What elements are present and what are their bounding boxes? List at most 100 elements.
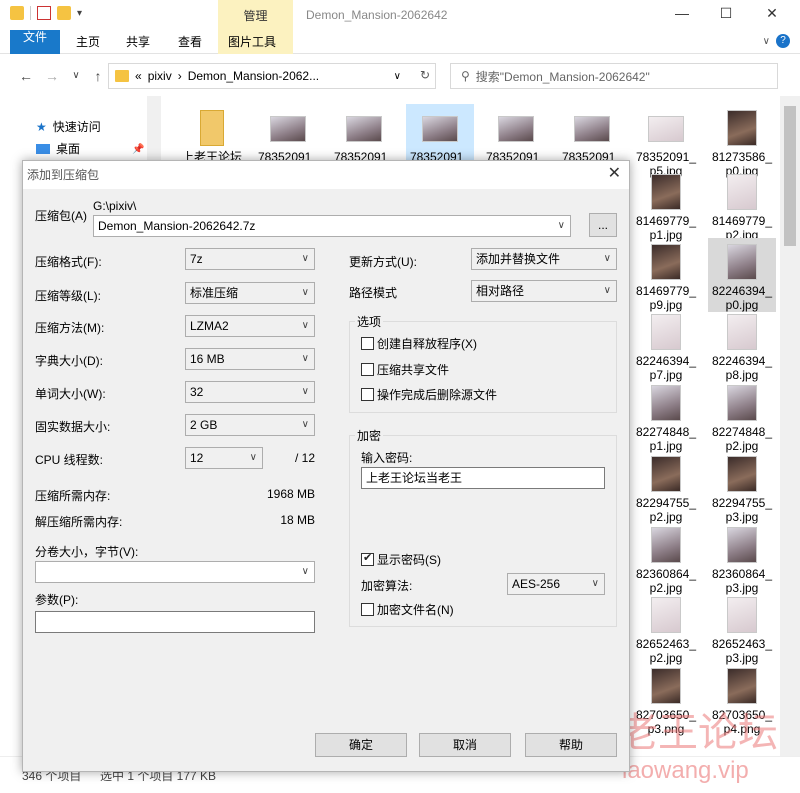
params-input[interactable] — [35, 611, 315, 633]
file-item[interactable]: 81469779_ p1.jpg — [632, 168, 700, 242]
search-icon: ⚲ — [461, 69, 470, 83]
tab-view[interactable]: 查看 — [168, 30, 212, 54]
image-thumbnail — [648, 116, 684, 142]
tab-file[interactable]: 文件 — [10, 30, 60, 54]
browse-button[interactable]: ... — [589, 213, 617, 237]
breadcrumb-current[interactable]: Demon_Mansion-2062... — [188, 69, 319, 83]
qat-dropdown-icon[interactable]: ▾ — [77, 8, 82, 19]
file-item[interactable]: 82360864_ p3.jpg — [708, 521, 776, 595]
maximize-icon[interactable]: ☐ — [718, 5, 734, 21]
pathmode-select[interactable]: 相对路径 ∨ — [471, 280, 617, 302]
file-item[interactable]: 82274848_ p2.jpg — [708, 379, 776, 453]
folder-icon — [10, 6, 24, 20]
update-select[interactable]: 添加并替换文件 ∨ — [471, 248, 617, 270]
pin-icon[interactable]: 📌 — [132, 144, 144, 155]
pathmode-label: 路径模式 — [349, 286, 398, 300]
checkbox-box[interactable] — [361, 388, 374, 401]
image-thumbnail — [727, 668, 757, 704]
vertical-scrollbar[interactable] — [780, 96, 800, 756]
file-item[interactable]: 78352091_ p5.jpg — [632, 104, 700, 178]
file-name: 82652463_ p2.jpg — [635, 637, 697, 665]
checkbox-box[interactable] — [361, 363, 374, 376]
archive-label: 压缩包(A) — [35, 209, 87, 223]
file-item[interactable]: 82294755_ p2.jpg — [632, 450, 700, 524]
recent-locations-icon[interactable]: ∨ — [68, 67, 84, 85]
chevron-down-icon: ∨ — [301, 353, 309, 364]
file-item[interactable]: 82652463_ p3.jpg — [708, 591, 776, 665]
breadcrumb-pixiv[interactable]: pixiv — [148, 69, 172, 83]
file-name: 82246394_ p7.jpg — [635, 354, 697, 382]
chevron-down-icon: ∨ — [603, 253, 611, 264]
volume-combo[interactable]: ∨ — [35, 561, 315, 583]
format-select[interactable]: 7z ∨ — [185, 248, 315, 270]
file-item[interactable]: 82652463_ p2.jpg — [632, 591, 700, 665]
nav-desktop[interactable]: 桌面 — [36, 140, 80, 157]
minimize-icon[interactable]: — — [674, 5, 690, 21]
file-item[interactable]: 82246394_ p0.jpg — [708, 238, 776, 312]
image-thumbnail — [727, 527, 757, 563]
expand-ribbon-icon[interactable]: ∨ — [763, 36, 770, 47]
show-password-checkbox[interactable]: 显示密码(S) — [361, 551, 441, 568]
properties-icon[interactable] — [37, 6, 51, 20]
dict-select[interactable]: 16 MB ∨ — [185, 348, 315, 370]
chevron-down-icon: ∨ — [301, 419, 309, 430]
address-dropdown-icon[interactable]: ∨ — [394, 71, 401, 82]
image-thumbnail — [727, 314, 757, 350]
method-label: 压缩方法(M): — [35, 321, 105, 335]
image-thumbnail — [651, 597, 681, 633]
file-item[interactable]: 81469779_ p2.jpg — [708, 168, 776, 242]
checkbox-box[interactable] — [361, 551, 374, 566]
word-value: 32 — [190, 385, 204, 399]
archive-name-combo[interactable]: Demon_Mansion-2062642.7z ∨ — [93, 215, 571, 237]
address-input[interactable]: « pixiv › Demon_Mansion-2062... ∨ — [108, 63, 436, 89]
close-icon[interactable]: ✕ — [764, 5, 780, 21]
image-thumbnail — [651, 385, 681, 421]
delete-source-checkbox[interactable]: 操作完成后删除源文件 — [361, 386, 497, 403]
checkbox-box[interactable] — [361, 603, 374, 616]
file-item[interactable]: 82360864_ p2.jpg — [632, 521, 700, 595]
help-button[interactable]: 帮助 — [525, 733, 617, 757]
cancel-button[interactable]: 取消 — [419, 733, 511, 757]
forward-icon[interactable]: → — [44, 67, 60, 85]
shared-checkbox[interactable]: 压缩共享文件 — [361, 361, 449, 378]
method-select[interactable]: LZMA2 ∨ — [185, 315, 315, 337]
encryption-method-select[interactable]: AES-256 ∨ — [507, 573, 605, 595]
dialog-title: 添加到压缩包 — [23, 161, 629, 189]
pathmode-value: 相对路径 — [476, 284, 525, 298]
image-thumbnail — [651, 527, 681, 563]
password-input[interactable]: 上老王论坛当老王 — [361, 467, 605, 489]
desktop-icon — [36, 143, 50, 154]
title-bar: ▾ 管理 Demon_Mansion-2062642 — ☐ ✕ — [0, 0, 800, 30]
threads-select[interactable]: 12 ∨ — [185, 447, 263, 469]
search-input[interactable]: ⚲ 搜索"Demon_Mansion-2062642" — [450, 63, 778, 89]
tab-picture-tools[interactable]: 图片工具 — [218, 30, 293, 54]
tab-share[interactable]: 共享 — [116, 30, 160, 54]
file-item[interactable]: 81273586_ p0.jpg — [708, 104, 776, 178]
nav-quick-access[interactable]: ★ 快速访问 — [36, 118, 101, 135]
file-item[interactable]: 82246394_ p8.jpg — [708, 308, 776, 382]
tab-home[interactable]: 主页 — [66, 30, 110, 54]
file-item[interactable]: 81469779_ p9.jpg — [632, 238, 700, 312]
scrollbar-thumb[interactable] — [784, 106, 796, 246]
encrypt-names-checkbox[interactable]: 加密文件名(N) — [361, 601, 454, 618]
window-title: Demon_Mansion-2062642 — [306, 8, 448, 22]
dict-value: 16 MB — [190, 352, 225, 366]
file-name: 82294755_ p3.jpg — [711, 496, 773, 524]
star-icon: ★ — [36, 119, 47, 134]
refresh-icon[interactable]: ↻ — [414, 68, 436, 86]
word-select[interactable]: 32 ∨ — [185, 381, 315, 403]
file-item[interactable]: 82246394_ p7.jpg — [632, 308, 700, 382]
help-icon[interactable]: ? — [776, 34, 790, 48]
new-folder-icon[interactable] — [57, 6, 71, 20]
checkbox-box[interactable] — [361, 337, 374, 350]
ok-button[interactable]: 确定 — [315, 733, 407, 757]
sfx-checkbox[interactable]: 创建自释放程序(X) — [361, 335, 477, 352]
nav-label: 快速访问 — [52, 120, 101, 134]
file-item[interactable]: 82294755_ p3.jpg — [708, 450, 776, 524]
back-icon[interactable]: ← — [18, 67, 34, 85]
up-icon[interactable]: ↑ — [90, 67, 106, 85]
solid-select[interactable]: 2 GB ∨ — [185, 414, 315, 436]
close-icon[interactable]: ✕ — [608, 165, 621, 183]
level-select[interactable]: 标准压缩 ∨ — [185, 282, 315, 304]
file-item[interactable]: 82274848_ p1.jpg — [632, 379, 700, 453]
